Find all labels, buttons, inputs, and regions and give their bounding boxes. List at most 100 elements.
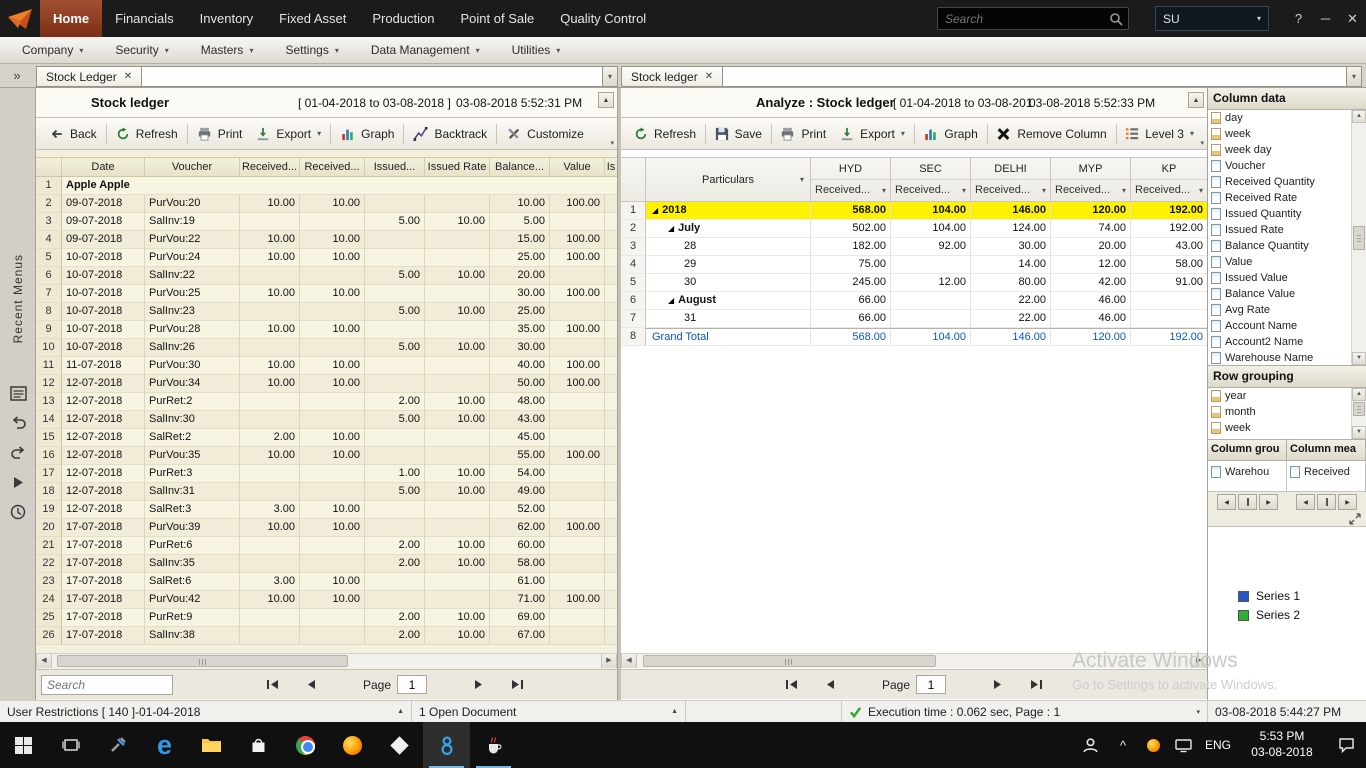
nav-next-button[interactable]: ▶ [1338,494,1357,510]
status-open-documents[interactable]: 1 Open Document ▲ [412,701,686,722]
vertical-scrollbar[interactable]: ▲ ▼ [1351,110,1366,365]
chevron-down-icon[interactable]: ▾ [962,186,966,195]
column-header-date[interactable]: Date [62,158,145,176]
analyze-row-label[interactable]: 29 [646,256,811,274]
action-center-icon[interactable] [1326,722,1366,768]
scroll-up-button[interactable]: ▲ [1188,92,1204,108]
scrollbar-track[interactable] [1352,401,1366,426]
analyze-row-label[interactable]: 28 [646,238,811,256]
firefox-tray-icon[interactable] [1138,722,1168,768]
tab-analyze-stock-ledger[interactable]: Stock ledger ✕ [621,66,723,87]
java-app-taskbar-icon[interactable] [470,722,517,768]
chevron-down-icon[interactable]: ▾ [1122,186,1126,195]
menu-utilities[interactable]: Utilities▾ [496,37,577,63]
close-button[interactable]: ✕ [1339,0,1366,37]
erp-app-taskbar-icon[interactable] [423,722,470,768]
export-button[interactable]: Export ▾ [833,121,912,147]
chevron-down-icon[interactable]: ▾ [882,186,886,195]
status-execution-time[interactable]: Execution time : 0.062 sec, Page : 1 ▾ [842,701,1208,722]
print-button[interactable]: Print [773,121,833,147]
help-button[interactable]: ? [1285,0,1312,37]
user-selector-dropdown[interactable]: SU ▾ [1155,6,1269,31]
chevron-down-icon[interactable]: ▾ [1199,186,1203,195]
expanded-node-icon[interactable]: ◢ [652,202,658,219]
tab-close-icon[interactable]: ✕ [705,71,713,82]
toolbar-overflow-icon[interactable]: ▾ [610,139,614,147]
row-group-year[interactable]: year [1208,388,1351,404]
particulars-header[interactable]: Particulars▾ [646,158,811,201]
ribbon-tab-inventory[interactable]: Inventory [187,0,266,37]
column-group-label[interactable]: DELHI [971,158,1050,180]
scrollbar-thumb[interactable] [643,655,937,667]
nav-previous-button[interactable]: ◀ [1296,494,1315,510]
menu-masters[interactable]: Masters▾ [185,37,270,63]
undo-navigation-icon[interactable] [10,416,27,431]
tab-combobox[interactable] [723,66,1347,87]
status-user-restrictions[interactable]: User Restrictions [ 140 ]-01-04-2018 ▲ [0,701,412,722]
task-view-button[interactable] [47,722,94,768]
file-explorer-taskbar-icon[interactable] [188,722,235,768]
people-tray-icon[interactable] [1072,722,1108,768]
status-down-icon[interactable]: ▾ [1196,708,1200,716]
column-header-balance[interactable]: Balance... [490,158,550,176]
field-account2-name[interactable]: Account2 Name [1208,334,1351,350]
diamond-app-taskbar-icon[interactable] [376,722,423,768]
field-issued-quantity[interactable]: Issued Quantity [1208,206,1351,222]
scrollbar-track[interactable] [637,654,1191,668]
graph-button[interactable]: Graph [916,121,984,147]
page-number-input[interactable] [397,675,427,694]
minimize-button[interactable]: ─ [1312,0,1339,37]
previous-page-button[interactable] [818,676,842,694]
field-account-name[interactable]: Account Name [1208,318,1351,334]
column-header-voucher[interactable]: Voucher [145,158,240,176]
save-button[interactable]: Save [708,121,769,147]
column-group-label[interactable]: HYD [811,158,890,180]
ribbon-tab-home[interactable]: Home [40,0,102,37]
ribbon-tab-quality-control[interactable]: Quality Control [547,0,659,37]
measure-header[interactable]: Received...▾ [971,180,1050,200]
row-group-week[interactable]: week [1208,420,1351,436]
last-page-button[interactable] [1024,676,1048,694]
scroll-left-button[interactable]: ◀ [621,654,637,668]
ribbon-tab-point-of-sale[interactable]: Point of Sale [448,0,548,37]
scrollbar-thumb[interactable] [1353,402,1365,416]
field-warehouse-name[interactable]: Warehouse Name [1208,350,1351,366]
field-issued-value[interactable]: Issued Value [1208,270,1351,286]
network-tray-icon[interactable] [1168,722,1198,768]
chevron-down-icon[interactable]: ▾ [1042,186,1046,195]
scroll-left-button[interactable]: ◀ [36,654,52,668]
column-header-received[interactable]: Received... [240,158,300,176]
ribbon-tab-fixed-asset[interactable]: Fixed Asset [266,0,359,37]
scrollbar-track[interactable] [52,654,601,668]
scroll-up-button[interactable]: ▲ [1352,110,1366,123]
measure-header[interactable]: Received...▾ [811,180,890,200]
export-button[interactable]: Export ▾ [249,121,328,147]
chevron-down-icon[interactable]: ▾ [800,175,804,184]
vertical-scrollbar[interactable]: ▲ ▼ [1351,388,1366,439]
toolbar-overflow-icon[interactable]: ▾ [1200,139,1204,147]
scrollbar-thumb[interactable] [57,655,348,667]
row-group-month[interactable]: month [1208,404,1351,420]
language-indicator[interactable]: ENG [1198,722,1238,768]
store-taskbar-icon[interactable] [235,722,282,768]
status-up-icon[interactable]: ▲ [397,708,404,715]
remove-column-button[interactable]: Remove Column [989,121,1113,147]
analyze-row-label[interactable]: 31 [646,310,811,328]
tab-stock-ledger[interactable]: Stock Ledger ✕ [36,66,142,87]
menu-company[interactable]: Company▾ [6,37,99,63]
column-group-label[interactable]: KP [1131,158,1207,180]
start-button[interactable] [0,722,47,768]
menu-settings[interactable]: Settings▾ [269,37,354,63]
tab-dropdown-button[interactable]: ▾ [1347,66,1362,87]
grid-search-input[interactable] [41,675,173,695]
refresh-button[interactable]: Refresh [627,121,703,147]
scroll-down-button[interactable]: ▼ [1352,426,1366,439]
global-search-input[interactable] [938,12,1109,26]
history-clock-icon[interactable] [10,504,26,520]
taskbar-clock[interactable]: 5:53 PM 03-08-2018 [1238,722,1326,768]
customize-button[interactable]: Customize [499,121,591,147]
collapse-chevrons-icon[interactable]: » [6,64,28,87]
field-day[interactable]: day [1208,110,1351,126]
column-header-received[interactable]: Received... [300,158,365,176]
menu-security[interactable]: Security▾ [99,37,184,63]
